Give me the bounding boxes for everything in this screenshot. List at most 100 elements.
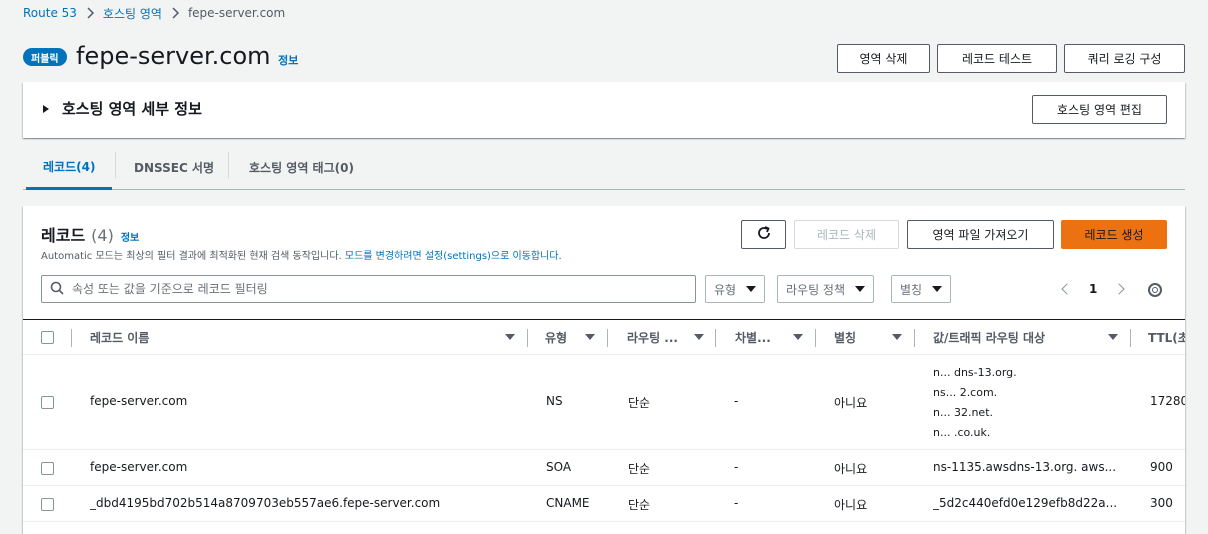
record-values: n... dns-13.org. ns... 2.com. n... 32.ne… (933, 363, 1017, 443)
tab-records[interactable]: 레코드(4) (26, 146, 113, 190)
records-table-header: 레코드 이름 유형 라우팅 ... 차별... 별칭 값/트래픽 라우팅 대상 … (23, 319, 1185, 355)
record-value-line: ns... 2.com. (933, 386, 998, 399)
page-title: fepe-server.com 정보 (76, 40, 298, 77)
create-record-button[interactable]: 레코드 생성 (1061, 220, 1167, 249)
tab-dnssec[interactable]: DNSSEC 서명 (134, 146, 214, 188)
filter-field[interactable] (72, 282, 672, 296)
type-filter-label: 유형 (714, 282, 737, 297)
edit-hosted-zone-button[interactable]: 호스팅 영역 편집 (1032, 95, 1167, 124)
records-panel: 레코드 (4) 정보 Automatic 모드는 최상의 필터 결과에 최적화된… (23, 206, 1185, 534)
record-alias: 아니요 (834, 462, 868, 476)
record-type: CNAME (546, 496, 590, 510)
column-alias[interactable]: 별칭 (834, 320, 856, 354)
table-row[interactable]: fepe-server.com NS 단순 - 아니요 n... dns-13.… (23, 355, 1185, 450)
caret-down-icon (932, 286, 943, 292)
sort-icon[interactable] (892, 334, 902, 340)
breadcrumb-current: fepe-server.com (187, 6, 286, 20)
sort-icon[interactable] (694, 334, 704, 340)
record-ttl: 17280 (1150, 394, 1185, 408)
record-alias: 아니요 (834, 498, 868, 512)
record-ttl: 300 (1150, 496, 1173, 510)
settings-link[interactable]: 모드를 변경하려면 설정(settings)으로 이동합니다. (345, 251, 562, 262)
column-routing[interactable]: 라우팅 ... (627, 320, 678, 354)
row-checkbox[interactable] (41, 462, 54, 475)
chevron-left-icon[interactable] (1061, 283, 1073, 295)
table-row[interactable]: fepe-server.com SOA 단순 - 아니요 ns-1135.aws… (23, 450, 1185, 486)
row-checkbox[interactable] (41, 498, 54, 511)
record-differentiator: - (734, 394, 739, 408)
table-row[interactable] (23, 522, 1185, 534)
sort-icon[interactable] (793, 334, 803, 340)
record-type: NS (546, 394, 563, 408)
select-all-checkbox[interactable] (41, 331, 54, 344)
hosted-zone-details-panel: 호스팅 영역 세부 정보 호스팅 영역 편집 (23, 82, 1185, 138)
column-type[interactable]: 유형 (545, 320, 567, 354)
column-differentiator[interactable]: 차별... (735, 320, 771, 354)
caret-down-icon (746, 286, 757, 292)
refresh-icon (756, 225, 772, 244)
tab-divider (228, 152, 229, 178)
pagination: 1 (1061, 282, 1126, 296)
record-differentiator: - (734, 460, 739, 474)
public-badge: 퍼블릭 (23, 48, 67, 66)
type-filter-select[interactable]: 유형 (705, 275, 766, 303)
chevron-right-icon[interactable] (1113, 283, 1126, 295)
caret-down-icon (855, 286, 866, 292)
column-divider (1130, 329, 1131, 347)
details-toggle[interactable]: 호스팅 영역 세부 정보 (43, 98, 202, 119)
breadcrumb: Route 53 호스팅 영역 fepe-server.com (23, 4, 285, 22)
record-value-line: n... dns-13.org. (933, 366, 1017, 379)
record-routing: 단순 (628, 396, 651, 410)
record-value-line: n... .co.uk. (933, 426, 991, 439)
records-description: Automatic 모드는 최상의 필터 결과에 최적화된 현재 검색 동작입니… (41, 247, 562, 262)
column-divider (914, 329, 915, 347)
column-divider (715, 329, 716, 347)
sort-icon[interactable] (585, 334, 595, 340)
column-ttl[interactable]: TTL(초 (1148, 320, 1185, 354)
routing-filter-select[interactable]: 라우팅 정책 (777, 275, 875, 303)
alias-filter-select[interactable]: 별칭 (891, 275, 952, 303)
gear-icon (1148, 283, 1162, 297)
chevron-right-icon (172, 7, 180, 19)
records-info-link[interactable]: 정보 (121, 229, 139, 244)
delete-zone-button[interactable]: 영역 삭제 (837, 44, 930, 73)
records-count: (4) (91, 226, 114, 245)
record-name: _dbd4195bd702b514a8709703eb557ae6.fepe-s… (90, 496, 441, 510)
caret-right-icon (43, 104, 49, 113)
column-value[interactable]: 값/트래픽 라우팅 대상 (933, 320, 1045, 354)
search-icon (50, 280, 64, 299)
info-link[interactable]: 정보 (278, 54, 298, 67)
record-type: SOA (546, 460, 572, 474)
row-checkbox[interactable] (41, 396, 54, 409)
record-name: fepe-server.com (90, 394, 188, 408)
import-zone-file-button[interactable]: 영역 파일 가져오기 (907, 220, 1054, 249)
tab-tags[interactable]: 호스팅 영역 태그(0) (249, 146, 354, 188)
test-record-button[interactable]: 레코드 테스트 (937, 44, 1057, 73)
query-logging-button[interactable]: 쿼리 로깅 구성 (1064, 44, 1185, 73)
chevron-right-icon (87, 7, 95, 19)
tab-bar: 레코드(4) DNSSEC 서명 호스팅 영역 태그(0) (23, 146, 1185, 190)
record-differentiator: - (734, 496, 739, 510)
record-value: ns-1135.awsdns-13.org. aws... (933, 460, 1117, 474)
details-title: 호스팅 영역 세부 정보 (62, 100, 202, 118)
page-number[interactable]: 1 (1089, 282, 1097, 296)
records-heading: 레코드 (4) 정보 (41, 222, 139, 246)
page-title-text: fepe-server.com (76, 42, 271, 70)
column-record-name[interactable]: 레코드 이름 (90, 320, 149, 354)
record-ttl: 900 (1150, 460, 1173, 474)
settings-button[interactable] (1148, 283, 1162, 297)
breadcrumb-hosted-zones[interactable]: 호스팅 영역 (103, 5, 162, 22)
column-divider (607, 329, 608, 347)
sort-icon[interactable] (505, 334, 515, 340)
delete-record-button[interactable]: 레코드 삭제 (794, 220, 899, 249)
sort-icon[interactable] (1108, 334, 1118, 340)
record-routing: 단순 (628, 498, 651, 512)
table-row[interactable]: _dbd4195bd702b514a8709703eb557ae6.fepe-s… (23, 486, 1185, 522)
refresh-button[interactable] (741, 220, 786, 249)
column-divider (71, 329, 72, 347)
column-divider (815, 329, 816, 347)
breadcrumb-route53[interactable]: Route 53 (23, 6, 77, 20)
records-title: 레코드 (41, 226, 86, 245)
record-filter-input[interactable] (41, 275, 696, 303)
routing-filter-label: 라우팅 정책 (786, 282, 846, 297)
